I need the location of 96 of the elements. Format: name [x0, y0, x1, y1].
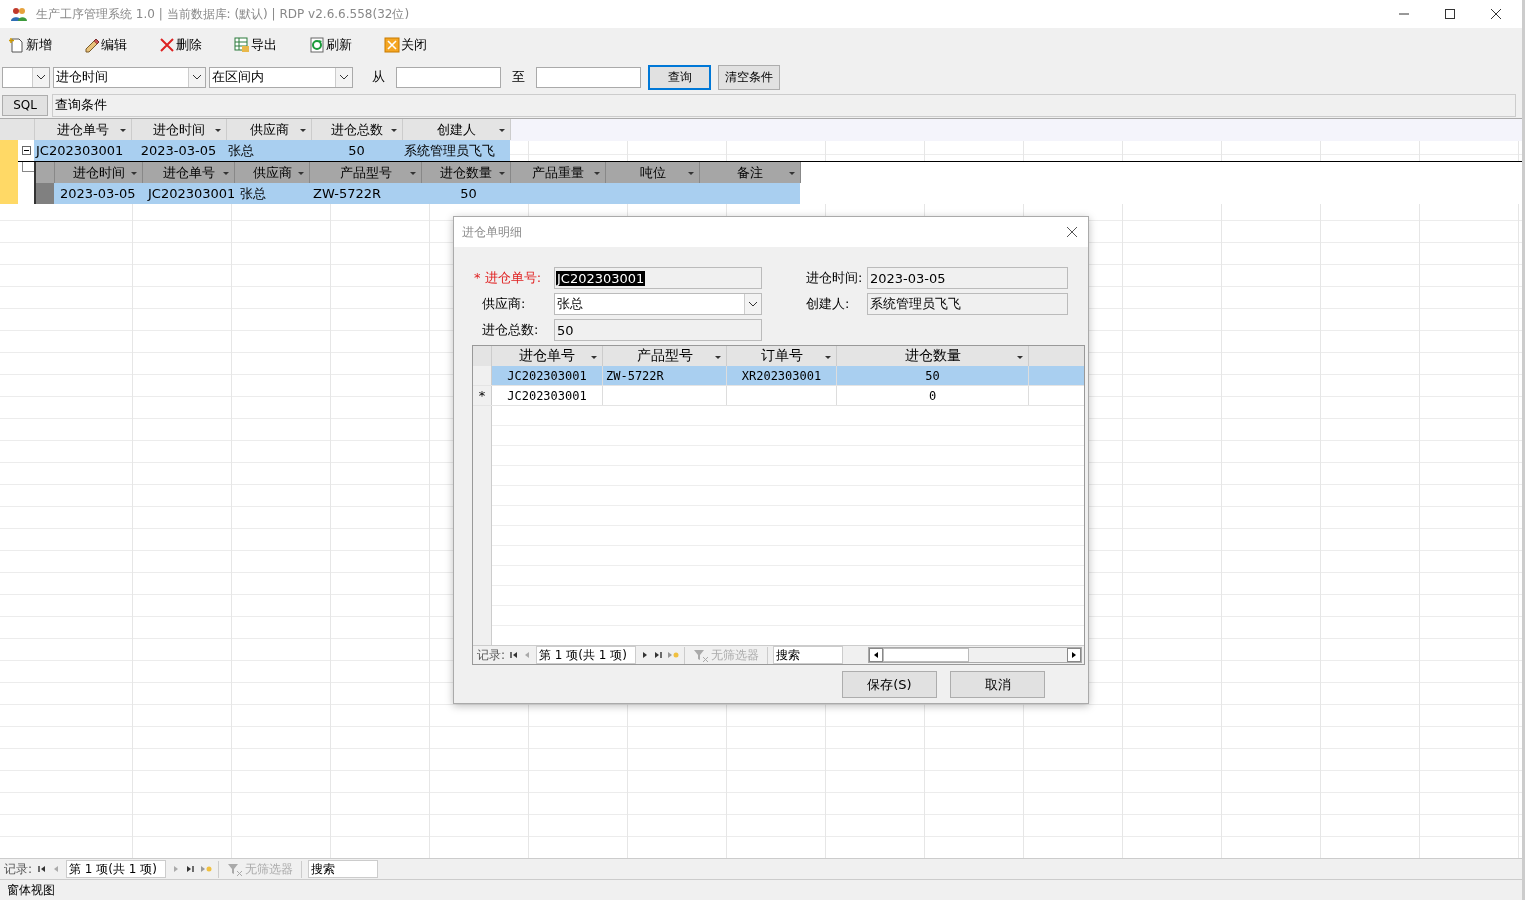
- table-cell: JC202303001: [492, 366, 603, 385]
- search-field[interactable]: 搜索: [307, 860, 378, 878]
- refresh-icon: [309, 37, 325, 53]
- dialog-button[interactable]: 取消: [950, 671, 1045, 698]
- clear-conditions-button[interactable]: 清空条件: [718, 64, 780, 90]
- input-field[interactable]: 系统管理员飞飞: [867, 293, 1068, 315]
- input-field[interactable]: 2023-03-05: [867, 267, 1068, 289]
- field-label: 供应商:: [481, 295, 527, 313]
- dropdown-arrow-icon[interactable]: [214, 127, 222, 133]
- dropdown-arrow-icon[interactable]: [390, 127, 398, 133]
- supplier-dropdown[interactable]: 张总: [554, 293, 762, 315]
- dropdown-arrow-icon[interactable]: [687, 170, 695, 176]
- query-button[interactable]: 查询: [648, 64, 711, 90]
- field-label: * 进仓单号:: [473, 269, 542, 287]
- table-row[interactable]: JC202303001 2023-03-05 张总 50 系统管理员飞飞: [18, 140, 1522, 161]
- scroll-left-icon[interactable]: [868, 648, 883, 662]
- field-dropdown[interactable]: [2, 66, 50, 88]
- column-dropdown[interactable]: 进仓时间: [53, 66, 206, 88]
- table-cell: ZW-5722R: [603, 366, 727, 385]
- horizontal-scrollbar[interactable]: [867, 647, 1082, 663]
- table-cell: 2023-03-05: [54, 183, 142, 204]
- table-cell: 50: [311, 140, 402, 161]
- dropdown-arrow-icon[interactable]: [714, 354, 722, 360]
- spreadsheet-icon: [234, 37, 250, 53]
- delete-icon: [159, 37, 175, 53]
- table-cell: JC202303001: [142, 183, 234, 204]
- dropdown-arrow-icon[interactable]: [593, 170, 601, 176]
- dropdown-arrow-icon[interactable]: [119, 127, 127, 133]
- close-icon[interactable]: [1066, 226, 1078, 238]
- table-cell: 张总: [226, 140, 311, 161]
- field-label: 进仓时间:: [805, 269, 864, 287]
- sql-button[interactable]: SQL: [2, 94, 48, 116]
- field-label: 创建人:: [805, 295, 851, 313]
- dropdown-arrow-icon[interactable]: [498, 127, 506, 133]
- dropdown-arrow-icon[interactable]: [409, 170, 417, 176]
- close-icon: [384, 37, 400, 53]
- window-title: 生产工序管理系统 1.0 | 当前数据库: (默认) | RDP v2.6.6.558(32位): [36, 5, 411, 23]
- scroll-thumb[interactable]: [882, 648, 969, 662]
- toolbar-button[interactable]: 刷新: [306, 34, 355, 56]
- field-label: 进仓总数:: [481, 321, 540, 339]
- record-label: 记录:: [476, 646, 506, 664]
- table-cell: JC202303001: [492, 386, 603, 405]
- status-bar: 窗体视图: [0, 879, 1522, 900]
- dropdown-arrow-icon[interactable]: [824, 354, 832, 360]
- table-row[interactable]: JC202303001 ZW-5722R XR202303001 50: [473, 366, 1084, 386]
- first-record-icon[interactable]: [510, 651, 519, 659]
- table-row[interactable]: * JC202303001 0: [473, 386, 1084, 406]
- record-position-field[interactable]: 第 1 项(共 1 项): [66, 860, 166, 878]
- collapse-icon[interactable]: [21, 146, 31, 155]
- first-record-icon[interactable]: [38, 865, 47, 873]
- operator-dropdown[interactable]: 在区间内: [209, 66, 353, 88]
- maximize-icon[interactable]: [1444, 8, 1456, 20]
- dialog-title: 进仓单明细: [462, 223, 522, 241]
- dropdown-arrow-icon[interactable]: [297, 170, 305, 176]
- from-label: 从: [371, 68, 386, 86]
- dropdown-arrow-icon[interactable]: [1016, 354, 1024, 360]
- to-field[interactable]: [536, 66, 641, 88]
- table-cell: 2023-03-05: [131, 140, 226, 161]
- toolbar-button[interactable]: 删除: [156, 34, 205, 56]
- search-field[interactable]: 搜索: [772, 646, 843, 664]
- to-label: 至: [511, 68, 526, 86]
- last-record-icon[interactable]: [185, 865, 194, 873]
- new-page-icon: [9, 37, 25, 53]
- close-icon[interactable]: [1490, 8, 1502, 20]
- dropdown-arrow-icon[interactable]: [788, 170, 796, 176]
- last-record-icon[interactable]: [653, 651, 662, 659]
- users-icon: [10, 6, 28, 22]
- table-row[interactable]: 2023-03-05 JC202303001 张总 ZW-5722R 50: [36, 183, 801, 204]
- toolbar-button[interactable]: 编辑: [81, 34, 130, 56]
- dropdown-arrow-icon[interactable]: [590, 354, 598, 360]
- from-field[interactable]: [396, 66, 501, 88]
- dropdown-arrow-icon[interactable]: [222, 170, 230, 176]
- toolbar-button[interactable]: 导出: [231, 34, 280, 56]
- next-record-icon[interactable]: [640, 651, 649, 659]
- record-position-field[interactable]: 第 1 项(共 1 项): [536, 646, 636, 664]
- query-condition-field[interactable]: 查询条件: [52, 93, 1516, 117]
- dropdown-arrow-icon[interactable]: [299, 127, 307, 133]
- record-label: 记录:: [3, 860, 33, 878]
- new-row-marker: *: [473, 386, 492, 405]
- table-cell: 50: [421, 183, 510, 204]
- pencil-icon: [84, 37, 100, 53]
- table-cell: 50: [837, 366, 1029, 385]
- table-cell: JC202303001: [34, 140, 131, 161]
- table-cell: 系统管理员飞飞: [402, 140, 510, 161]
- dialog-button[interactable]: 保存(S): [842, 671, 937, 698]
- toolbar-button[interactable]: 新增: [6, 34, 55, 56]
- table-cell: XR202303001: [727, 366, 837, 385]
- input-field[interactable]: 50: [554, 319, 762, 341]
- dropdown-arrow-icon[interactable]: [130, 170, 138, 176]
- toolbar-button[interactable]: 关闭: [381, 34, 430, 56]
- table-cell: [1029, 366, 1084, 385]
- input-field[interactable]: JC202303001: [554, 267, 762, 289]
- table-cell: 张总: [234, 183, 309, 204]
- scroll-right-icon[interactable]: [1067, 648, 1081, 662]
- table-cell: ZW-5722R: [309, 183, 421, 204]
- dropdown-arrow-icon[interactable]: [498, 170, 506, 176]
